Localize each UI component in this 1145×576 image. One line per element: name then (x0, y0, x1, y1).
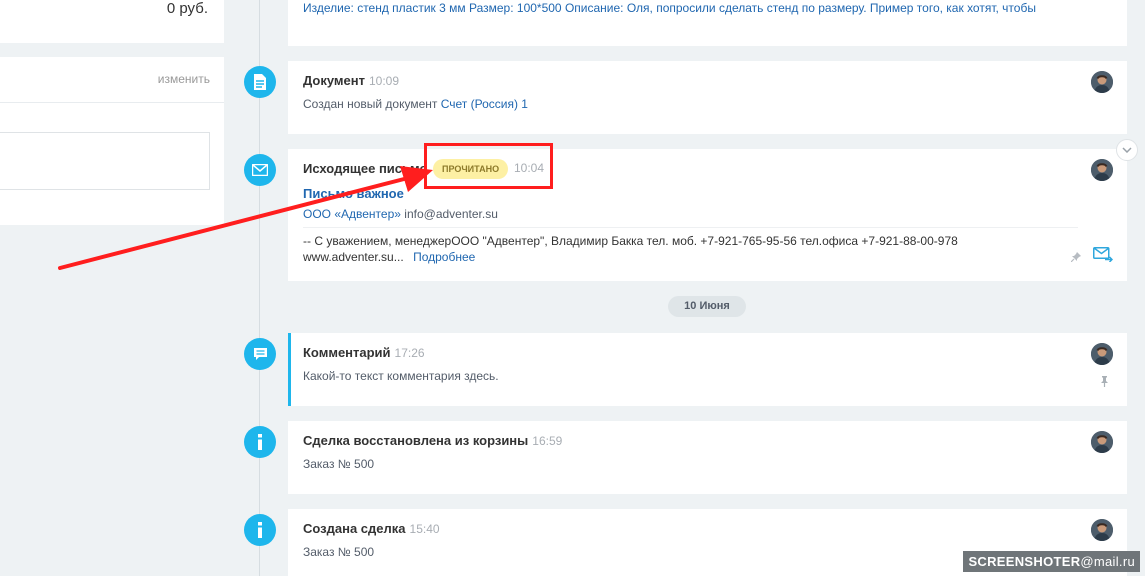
pin-icon[interactable] (1100, 375, 1109, 390)
avatar[interactable] (1091, 519, 1113, 541)
item-time: 10:09 (369, 74, 400, 88)
timeline-item-email: Исходящее письмо ПРОЧИТАНО 10:04 Письмо … (288, 149, 1127, 281)
watermark: SCREENSHOTER@mail.ru (963, 551, 1140, 572)
pin-icon[interactable] (1070, 250, 1081, 265)
info-icon (244, 514, 276, 546)
deal-sum: 0 руб. (166, 0, 208, 17)
email-subject[interactable]: Письмо важное (303, 186, 404, 201)
mail-forward-icon[interactable] (1093, 247, 1114, 265)
deal-sum-block: 0 руб. (0, 0, 224, 43)
watermark-domain: @mail.ru (1080, 554, 1135, 569)
email-body-line1: -- С уважением, менеджерООО "Адвентер", … (303, 234, 958, 248)
date-separator: 10 Июня (668, 296, 746, 317)
item-title: Документ 10:09 (303, 73, 399, 88)
item-title: Создана сделка 15:40 (303, 521, 440, 536)
document-text: Создан новый документ (303, 97, 438, 111)
avatar[interactable] (1091, 71, 1113, 93)
email-body-url: www.adventer.su... (303, 250, 404, 264)
product-description[interactable]: Изделие: стенд пластик 3 мм Размер: 100*… (303, 0, 1083, 17)
document-title: Документ (303, 73, 365, 88)
company-link[interactable]: ООО «Адвентер» (303, 207, 401, 221)
timeline-item-document: Документ 10:09 Создан новый документ Счет… (288, 61, 1127, 134)
timeline-item-comment: Комментарий 17:26 Какой-то текст коммента… (288, 333, 1127, 406)
comment-text: Какой-то текст комментария здесь. (303, 369, 499, 383)
comment-title: Комментарий (303, 345, 391, 360)
item-time: 15:40 (409, 522, 440, 536)
avatar[interactable] (1091, 159, 1113, 181)
email-body-line2: www.adventer.su... Подробнее (303, 250, 475, 264)
deal-info-panel: 0 руб. изменить (0, 0, 226, 226)
deal-properties-block: изменить (0, 57, 224, 225)
item-title: Комментарий 17:26 (303, 345, 425, 360)
property-field[interactable] (0, 132, 210, 190)
change-link[interactable]: изменить (158, 72, 210, 86)
created-text: Заказ № 500 (303, 545, 375, 559)
restore-title: Сделка восстановлена из корзины (303, 433, 529, 448)
item-time: 17:26 (394, 346, 425, 360)
chevron-down-icon[interactable] (1116, 139, 1138, 161)
info-icon (244, 426, 276, 458)
properties-header: изменить (0, 57, 224, 103)
item-time: 16:59 (532, 434, 563, 448)
email-recipient: ООО «Адвентер» info@adventer.su (303, 207, 498, 221)
created-title: Создана сделка (303, 521, 406, 536)
recipient-email: info@adventer.su (404, 207, 498, 221)
item-text: Создан новый документ Счет (Россия) 1 (303, 97, 528, 111)
document-icon (244, 66, 276, 98)
email-title: Исходящее письмо (303, 161, 428, 176)
divider (303, 227, 1078, 228)
watermark-brand: SCREENSHOTER (968, 554, 1081, 569)
avatar[interactable] (1091, 431, 1113, 453)
avatar[interactable] (1091, 343, 1113, 365)
item-title: Сделка восстановлена из корзины 16:59 (303, 433, 562, 448)
mail-icon (244, 154, 276, 186)
timeline-item-deal-restored: Сделка восстановлена из корзины 16:59 Зак… (288, 421, 1127, 494)
document-link[interactable]: Счет (Россия) 1 (441, 97, 528, 111)
timeline-item-product: Изделие: стенд пластик 3 мм Размер: 100*… (288, 0, 1127, 46)
restore-text: Заказ № 500 (303, 457, 375, 471)
annotation-highlight-box (424, 143, 553, 189)
comment-icon (244, 338, 276, 370)
more-link[interactable]: Подробнее (413, 250, 475, 264)
